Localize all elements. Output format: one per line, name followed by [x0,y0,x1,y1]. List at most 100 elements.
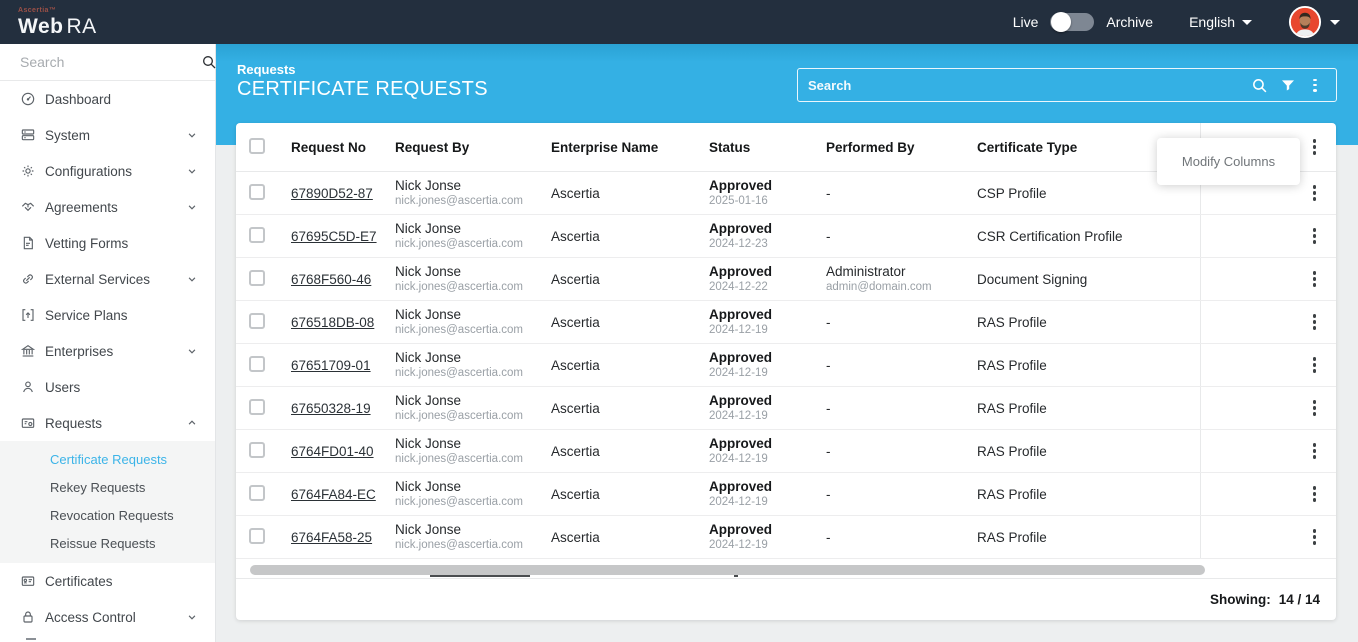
table-row: 6764FD01-40 Nick Jonsenick.jones@ascerti… [236,430,1336,473]
handshake-icon [20,199,36,215]
request-no-link[interactable]: 67890D52-87 [291,186,373,201]
row-checkbox[interactable] [249,227,265,243]
status-label: Approved [709,521,815,538]
sidebar-item-service-plans[interactable]: Service Plans [0,297,215,333]
table-row: 6764FA58-25 Nick Jonsenick.jones@ascerti… [236,516,1336,559]
sidebar-item-external-services[interactable]: External Services [0,261,215,297]
column-header-enterprise-name[interactable]: Enterprise Name [540,140,698,155]
status-date: 2024-12-19 [709,409,815,424]
sidebar-item-revocation-requests[interactable]: Revocation Requests [0,501,215,529]
dashboard-icon [20,91,36,107]
user-menu[interactable] [1288,5,1340,39]
column-header-request-by[interactable]: Request By [384,140,540,155]
row-checkbox[interactable] [249,313,265,329]
table-search-input[interactable] [808,78,1239,93]
request-by-name: Nick Jonse [395,392,540,409]
enterprise-name: Ascertia [540,229,698,244]
table-footer: Showing: 14 / 14 [236,578,1336,620]
row-checkbox[interactable] [249,442,265,458]
enterprise-name: Ascertia [540,272,698,287]
request-no-link[interactable]: 6764FA84-EC [291,487,376,502]
language-dropdown[interactable]: English [1189,14,1252,30]
row-actions-kebab-icon[interactable] [1309,527,1321,547]
brand-webra-label: WebRA [18,16,97,37]
sidebar-item-users[interactable]: Users [0,369,215,405]
sidebar-item-agreements[interactable]: Agreements [0,189,215,225]
table-options-kebab-icon[interactable] [1309,137,1321,157]
status-label: Approved [709,435,815,452]
chevron-down-icon [185,164,199,178]
request-no-link[interactable]: 67651709-01 [291,358,371,373]
certificate-type: CSR Certification Profile [966,229,1200,244]
service-plan-icon [20,307,36,323]
showing-count: 14 / 14 [1279,592,1320,607]
request-no-link[interactable]: 6768F560-46 [291,272,371,287]
sidebar-item-enterprises[interactable]: Enterprises [0,333,215,369]
brand-logo[interactable]: Ascertia™ WebRA [18,7,97,37]
row-checkbox[interactable] [249,270,265,286]
row-checkbox[interactable] [249,528,265,544]
chevron-down-icon [185,128,199,142]
bank-icon [20,343,36,359]
sidebar-item-label: Vetting Forms [45,236,199,251]
certificate-type: CSP Profile [966,186,1200,201]
modify-columns-menu: Modify Columns [1157,138,1300,185]
row-actions-kebab-icon[interactable] [1309,312,1321,332]
archive-label: Archive [1106,14,1153,30]
column-header-performed-by[interactable]: Performed By [815,140,966,155]
row-actions-kebab-icon[interactable] [1309,441,1321,461]
search-icon[interactable] [201,54,217,70]
certificate-type: RAS Profile [966,530,1200,545]
performed-by-name: - [826,486,966,503]
request-no-link[interactable]: 67695C5D-E7 [291,229,377,244]
app-root: Ascertia™ WebRA Live Archive English [0,0,1358,642]
brand-ascertia-label: Ascertia™ [18,7,97,14]
request-by-email: nick.jones@ascertia.com [395,194,540,209]
chevron-down-icon [185,344,199,358]
modify-columns-option[interactable]: Modify Columns [1157,138,1300,185]
sidebar-item-access-control[interactable]: Access Control [0,599,215,635]
row-checkbox[interactable] [249,399,265,415]
enterprise-name: Ascertia [540,401,698,416]
chevron-up-icon [185,416,199,430]
column-header-request-no[interactable]: Request No [280,140,384,155]
row-actions-kebab-icon[interactable] [1309,226,1321,246]
sidebar-item-dashboard[interactable]: Dashboard [0,81,215,117]
sidebar-item-reissue-requests[interactable]: Reissue Requests [0,529,215,557]
horizontal-scrollbar[interactable] [250,565,1205,575]
sidebar-item-label: Enterprises [45,344,185,359]
select-all-checkbox[interactable] [249,138,265,154]
request-no-link[interactable]: 6764FD01-40 [291,444,374,459]
request-no-link[interactable]: 67650328-19 [291,401,371,416]
sidebar-item-configurations[interactable]: Configurations [0,153,215,189]
status-date: 2024-12-19 [709,495,815,510]
request-by-name: Nick Jonse [395,306,540,323]
live-archive-toggle[interactable] [1050,13,1094,31]
search-icon[interactable] [1251,77,1268,94]
sidebar-item-certificates[interactable]: Certificates [0,563,215,599]
search-kebab-icon[interactable] [1309,77,1326,94]
showing-label: Showing: [1210,592,1271,607]
chevron-down-icon [185,272,199,286]
request-no-link[interactable]: 6764FA58-25 [291,530,372,545]
sidebar-item-requests[interactable]: Requests [0,405,215,441]
column-header-status[interactable]: Status [698,140,815,155]
row-checkbox[interactable] [249,184,265,200]
row-actions-kebab-icon[interactable] [1309,398,1321,418]
row-actions-kebab-icon[interactable] [1309,269,1321,289]
row-actions-kebab-icon[interactable] [1309,355,1321,375]
request-no-link[interactable]: 676518DB-08 [291,315,374,330]
sidebar-item-rekey-requests[interactable]: Rekey Requests [0,473,215,501]
sidebar-search-input[interactable] [20,54,201,70]
sidebar-item-vetting-forms[interactable]: Vetting Forms [0,225,215,261]
row-checkbox[interactable] [249,356,265,372]
row-actions-kebab-icon[interactable] [1309,484,1321,504]
sidebar-item-label: Service Plans [45,308,199,323]
sidebar-item-certificate-requests[interactable]: Certificate Requests [0,445,215,473]
request-by-name: Nick Jonse [395,263,540,280]
filter-icon[interactable] [1280,77,1297,94]
sidebar-item-system[interactable]: System [0,117,215,153]
clipped-next-item [26,638,36,640]
row-actions-kebab-icon[interactable] [1309,183,1321,203]
row-checkbox[interactable] [249,485,265,501]
